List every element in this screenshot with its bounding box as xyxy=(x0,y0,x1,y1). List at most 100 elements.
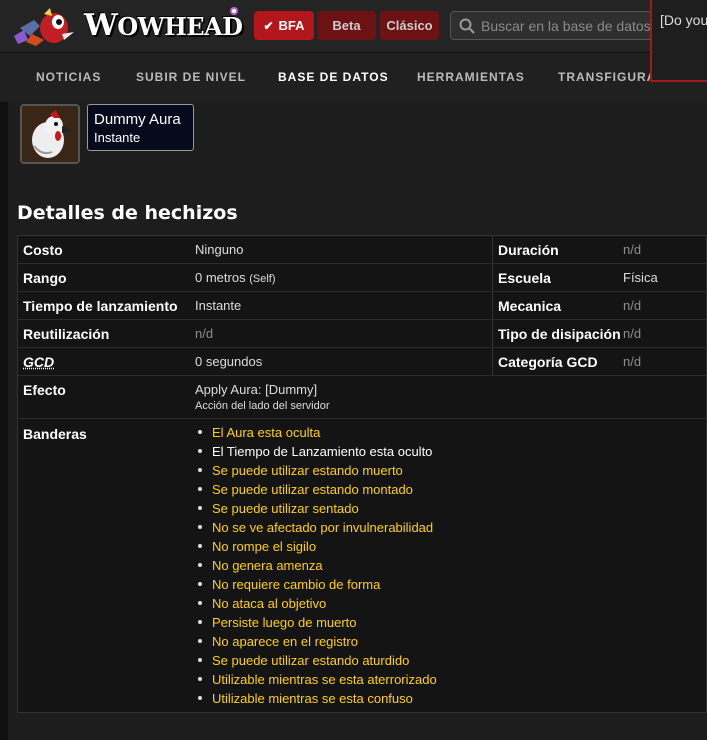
logo-sparkle-icon xyxy=(230,7,238,15)
bullet-icon xyxy=(198,696,202,701)
flag-item[interactable]: No se ve afectado por invulnerabilidad xyxy=(186,520,433,535)
nav-item-subir-de-nivel[interactable]: SUBIR DE NIVEL xyxy=(136,70,246,84)
table-row: Reutilización n/d Tipo de disipación n/d xyxy=(18,320,707,348)
flag-text: No se ve afectado por invulnerabilidad xyxy=(212,520,434,535)
flag-item[interactable]: Utilizable mientras se esta confuso xyxy=(186,691,413,706)
flag-text: Persiste luego de muerto xyxy=(212,615,357,630)
range-self: (Self) xyxy=(249,273,276,285)
table-row: Tiempo de lanzamiento Instante Mecanica … xyxy=(18,292,707,320)
search-icon xyxy=(459,18,475,34)
bullet-icon xyxy=(198,430,202,435)
logo-letter-big: W xyxy=(84,8,118,43)
row-label: Mecanica xyxy=(498,298,562,314)
logo-letters-rest: OWHEAD xyxy=(117,12,243,41)
bullet-icon xyxy=(198,601,202,606)
effect-value: Apply Aura: [Dummy] xyxy=(195,382,318,397)
flags-label: Banderas xyxy=(23,426,87,442)
flag-item[interactable]: Se puede utilizar estando muerto xyxy=(186,463,403,478)
flag-item[interactable]: No genera amenza xyxy=(186,558,323,573)
bullet-icon xyxy=(198,525,202,530)
row-label: Duración xyxy=(498,242,559,258)
bullet-icon xyxy=(198,468,202,473)
bullet-icon xyxy=(198,544,202,549)
row-label: Escuela xyxy=(498,270,551,286)
flag-item[interactable]: No ataca al objetivo xyxy=(186,596,326,611)
row-value: n/d xyxy=(623,242,642,257)
row-value: n/d xyxy=(623,354,642,369)
range-value: 0 metros xyxy=(195,270,246,285)
table-row: Rango 0 metros (Self) Escuela Física xyxy=(18,264,707,292)
left-edge xyxy=(0,102,8,740)
flag-text: No requiere cambio de forma xyxy=(212,577,381,592)
version-classic-button[interactable]: Clásico xyxy=(380,11,439,40)
bullet-icon xyxy=(198,506,202,511)
bullet-icon xyxy=(198,487,202,492)
row-value: n/d xyxy=(623,326,642,341)
row-label: Tipo de disipación xyxy=(498,326,621,342)
effect-label: Efecto xyxy=(23,382,66,398)
nav-item-base-de-datos[interactable]: BASE DE DATOS xyxy=(278,70,389,84)
wowhead-logo-text[interactable]: WOWHEAD xyxy=(84,8,243,43)
flag-text: El Tiempo de Lanzamiento esta oculto xyxy=(212,444,433,459)
main-nav: NOTICIAS SUBIR DE NIVEL BASE DE DATOS HE… xyxy=(0,52,707,104)
flag-text: Se puede utilizar sentado xyxy=(212,501,359,516)
bullet-icon xyxy=(198,582,202,587)
flag-item[interactable]: No aparece en el registro xyxy=(186,634,358,649)
bullet-icon xyxy=(198,639,202,644)
flag-item[interactable]: Persiste luego de muerto xyxy=(186,615,357,630)
flag-text: No genera amenza xyxy=(212,558,323,573)
row-value: 0 metros (Self) xyxy=(195,270,275,285)
flag-item[interactable]: No requiere cambio de forma xyxy=(186,577,380,592)
version-classic-label: Clásico xyxy=(386,18,433,33)
version-bfa-label: BFA xyxy=(278,18,305,33)
row-label: Tiempo de lanzamiento xyxy=(23,298,178,314)
row-label: Rango xyxy=(23,270,67,286)
bullet-icon xyxy=(198,449,202,454)
flag-text: El Aura esta oculta xyxy=(212,425,321,440)
search-box[interactable] xyxy=(450,11,671,40)
flag-item[interactable]: El Aura esta oculta xyxy=(186,425,320,440)
flag-item[interactable]: No rompe el sigilo xyxy=(186,539,316,554)
bullet-icon xyxy=(198,658,202,663)
flag-text: No ataca al objetivo xyxy=(212,596,327,611)
flag-item[interactable]: Se puede utilizar estando aturdido xyxy=(186,653,409,668)
top-header: WOWHEAD ✔ BFA Beta Clásico xyxy=(0,0,707,52)
flag-text: Utilizable mientras se esta confuso xyxy=(212,691,413,706)
row-value: 0 segundos xyxy=(195,354,263,369)
spell-name: Dummy Aura xyxy=(94,111,181,128)
murloc-logo-icon[interactable] xyxy=(14,6,78,48)
row-value: n/d xyxy=(195,326,214,341)
flag-text: No aparece en el registro xyxy=(212,634,358,649)
nav-item-noticias[interactable]: NOTICIAS xyxy=(36,70,101,84)
row-label: Categoría GCD xyxy=(498,354,598,370)
flag-text: Se puede utilizar estando montado xyxy=(212,482,413,497)
bullet-icon xyxy=(198,677,202,682)
version-bfa-button[interactable]: ✔ BFA xyxy=(254,11,314,40)
gcd-label-link[interactable]: GCD xyxy=(23,354,54,370)
row-value: Física xyxy=(623,270,658,285)
flag-text: No rompe el sigilo xyxy=(212,539,317,554)
nav-item-transfiguracion[interactable]: TRANSFIGURA xyxy=(558,70,656,84)
flag-text: Utilizable mientras se esta aterrorizado xyxy=(212,672,437,687)
spell-icon[interactable] xyxy=(20,104,80,164)
spell-tooltip: Dummy Aura Instante xyxy=(87,104,194,151)
flag-item: El Tiempo de Lanzamiento esta oculto xyxy=(186,444,432,459)
version-beta-button[interactable]: Beta xyxy=(317,11,376,40)
row-label: Costo xyxy=(23,242,63,258)
search-input[interactable] xyxy=(481,12,671,39)
table-row: Costo Ninguno Duración n/d xyxy=(18,236,707,264)
flag-item[interactable]: Se puede utilizar estando montado xyxy=(186,482,413,497)
flag-text: Se puede utilizar estando muerto xyxy=(212,463,403,478)
flag-item[interactable]: Se puede utilizar sentado xyxy=(186,501,359,516)
table-row: GCD 0 segundos Categoría GCD n/d xyxy=(18,348,707,376)
nav-item-herramientas[interactable]: HERRAMIENTAS xyxy=(417,70,525,84)
bullet-icon xyxy=(198,563,202,568)
popup-text: [Do you xyxy=(660,12,707,28)
row-value: Instante xyxy=(195,298,242,313)
flag-item[interactable]: Utilizable mientras se esta aterrorizado xyxy=(186,672,437,687)
bullet-icon xyxy=(198,620,202,625)
flag-text: Se puede utilizar estando aturdido xyxy=(212,653,410,668)
section-title: Detalles de hechizos xyxy=(17,202,238,224)
row-label: Reutilización xyxy=(23,326,110,342)
notification-popup[interactable]: [Do you xyxy=(650,0,707,82)
